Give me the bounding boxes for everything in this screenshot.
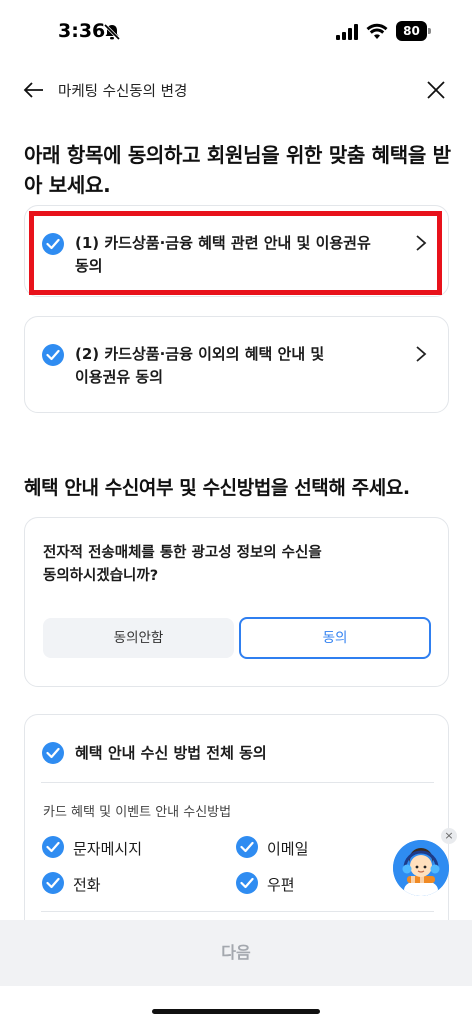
battery-tip bbox=[428, 28, 431, 34]
agreement-label-line1: (2) 카드상품·금융 이외의 혜택 안내 및 bbox=[75, 345, 325, 363]
back-arrow-icon[interactable] bbox=[22, 78, 46, 102]
mascot-chatbot-button[interactable] bbox=[393, 840, 449, 896]
next-button[interactable]: 다음 bbox=[0, 920, 472, 986]
close-icon[interactable] bbox=[424, 78, 448, 102]
highlight-annotation bbox=[29, 211, 442, 295]
check-circle-icon[interactable] bbox=[42, 742, 64, 764]
check-circle-icon[interactable] bbox=[236, 836, 258, 858]
check-circle-icon[interactable] bbox=[42, 344, 64, 366]
headline: 아래 항목에 동의하고 회원님을 위한 맞춤 혜택을 받아 보세요. bbox=[24, 143, 451, 197]
check-circle-icon[interactable] bbox=[42, 872, 64, 894]
consent-question-line1: 전자적 전송매체를 통한 광고성 정보의 수신을 bbox=[43, 545, 322, 561]
agreement-label: (2) 카드상품·금융 이외의 혜택 안내 및 이용권유 동의 bbox=[75, 343, 324, 389]
bell-slash-icon bbox=[103, 23, 121, 41]
check-circle-icon[interactable] bbox=[42, 836, 64, 858]
consent-card: 전자적 전송매체를 통한 광고성 정보의 수신을 동의하시겠습니까? 동의안함 … bbox=[24, 517, 449, 687]
battery-level: 80 bbox=[396, 21, 427, 41]
agree-button[interactable]: 동의 bbox=[239, 617, 431, 659]
battery-icon: 80 bbox=[396, 21, 432, 41]
method-sms-label[interactable]: 문자메시지 bbox=[73, 838, 142, 859]
agreement-card-marketing-other[interactable]: (2) 카드상품·금융 이외의 혜택 안내 및 이용권유 동의 bbox=[24, 316, 449, 413]
method-email-label[interactable]: 이메일 bbox=[267, 838, 308, 859]
consent-question-line2: 동의하시겠습니까? bbox=[43, 568, 159, 584]
method-phone-label[interactable]: 전화 bbox=[73, 874, 101, 895]
section-title: 혜택 안내 수신여부 및 수신방법을 선택해 주세요. bbox=[24, 477, 410, 499]
decline-button[interactable]: 동의안함 bbox=[43, 618, 234, 658]
mascot-close-button[interactable]: × bbox=[441, 828, 457, 844]
check-circle-icon[interactable] bbox=[236, 872, 258, 894]
divider bbox=[41, 782, 434, 783]
page-title: 마케팅 수신동의 변경 bbox=[58, 84, 188, 100]
status-time: 3:36 bbox=[58, 20, 106, 42]
home-indicator bbox=[152, 1009, 320, 1014]
signal-icon bbox=[336, 24, 358, 40]
divider bbox=[41, 911, 434, 912]
bottom-bar: 다음 bbox=[0, 920, 472, 1024]
agreement-label-line2: 이용권유 동의 bbox=[75, 368, 164, 386]
chevron-right-icon[interactable] bbox=[414, 345, 428, 363]
mascot-icon bbox=[393, 840, 449, 896]
method-mail-label[interactable]: 우편 bbox=[267, 874, 295, 895]
method-all-label[interactable]: 혜택 안내 수신 방법 전체 동의 bbox=[75, 742, 267, 763]
header: 마케팅 수신동의 변경 bbox=[0, 72, 472, 108]
wifi-icon bbox=[366, 23, 388, 39]
method-subtitle: 카드 혜택 및 이벤트 안내 수신방법 bbox=[43, 805, 232, 820]
consent-question: 전자적 전송매체를 통한 광고성 정보의 수신을 동의하시겠습니까? bbox=[43, 542, 433, 588]
status-bar: 3:36 80 bbox=[0, 0, 472, 62]
